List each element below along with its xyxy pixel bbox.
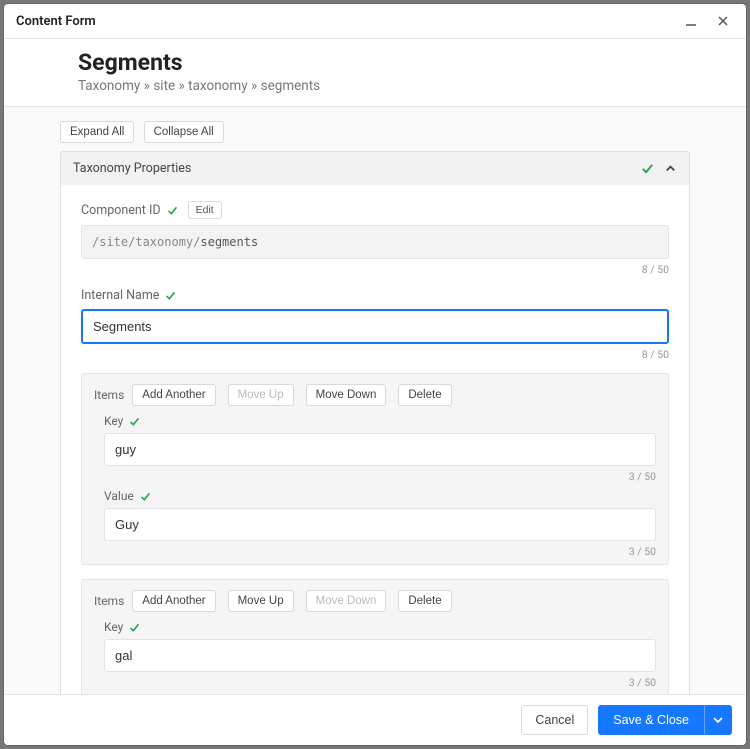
internal-name-label: Internal Name bbox=[81, 288, 159, 303]
section-valid-icon bbox=[641, 162, 654, 175]
item-key-label: Key bbox=[104, 414, 123, 428]
dialog-footer: Cancel Save & Close bbox=[4, 694, 746, 745]
internal-name-valid-icon bbox=[165, 290, 176, 301]
items-label: Items bbox=[94, 594, 124, 608]
cancel-button[interactable]: Cancel bbox=[521, 705, 588, 735]
component-id-label: Component ID bbox=[81, 203, 161, 218]
item-value-field: Value 3 / 50 bbox=[104, 489, 656, 558]
component-id-valid-icon bbox=[167, 205, 178, 216]
item-key-field: Key 3 / 50 bbox=[104, 620, 656, 689]
item-key-input[interactable] bbox=[104, 433, 656, 466]
check-icon bbox=[140, 491, 151, 502]
check-icon bbox=[167, 205, 178, 216]
expand-all-button[interactable]: Expand All bbox=[60, 121, 134, 143]
check-icon bbox=[641, 162, 654, 175]
section-title: Taxonomy Properties bbox=[73, 161, 631, 176]
minimize-button[interactable] bbox=[682, 12, 700, 30]
item-value-label: Value bbox=[104, 489, 134, 503]
item-key-counter: 3 / 50 bbox=[104, 676, 656, 689]
form-scroll-area[interactable]: Expand All Collapse All Taxonomy Propert… bbox=[4, 107, 746, 694]
items-toolbar: Items Add Another Move Up Move Down Dele… bbox=[94, 590, 656, 612]
items-label: Items bbox=[94, 388, 124, 402]
check-icon bbox=[129, 622, 140, 633]
item-value-counter: 3 / 50 bbox=[104, 545, 656, 558]
internal-name-input[interactable] bbox=[81, 309, 669, 344]
move-down-button[interactable]: Move Down bbox=[306, 384, 387, 406]
breadcrumb: Taxonomy » site » taxonomy » segments bbox=[78, 78, 672, 94]
item-value-valid-icon bbox=[140, 491, 151, 502]
move-down-button[interactable]: Move Down bbox=[306, 590, 387, 612]
delete-button[interactable]: Delete bbox=[398, 384, 451, 406]
move-up-button[interactable]: Move Up bbox=[228, 590, 294, 612]
items-group: Items Add Another Move Up Move Down Dele… bbox=[81, 579, 669, 694]
items-toolbar: Items Add Another Move Up Move Down Dele… bbox=[94, 384, 656, 406]
check-icon bbox=[165, 290, 176, 301]
page-heading: Segments Taxonomy » site » taxonomy » se… bbox=[4, 39, 746, 107]
caret-down-icon bbox=[713, 715, 723, 725]
chevron-up-icon bbox=[664, 162, 677, 175]
component-id-counter: 8 / 50 bbox=[81, 263, 669, 276]
item-key-field: Key 3 / 50 bbox=[104, 414, 656, 483]
component-id-field: Component ID Edit /site/taxonomy/segment… bbox=[81, 201, 669, 276]
content-form-dialog: Content Form Segments Taxonomy » site » … bbox=[4, 4, 746, 745]
item-key-input[interactable] bbox=[104, 639, 656, 672]
item-value-input[interactable] bbox=[104, 508, 656, 541]
item-key-label: Key bbox=[104, 620, 123, 634]
section-body: Component ID Edit /site/taxonomy/segment… bbox=[61, 185, 689, 694]
page-title: Segments bbox=[78, 49, 672, 76]
item-key-valid-icon bbox=[129, 416, 140, 427]
add-another-button[interactable]: Add Another bbox=[132, 590, 215, 612]
add-another-button[interactable]: Add Another bbox=[132, 384, 215, 406]
component-id-input: /site/taxonomy/segments bbox=[81, 225, 669, 259]
component-id-edit-button[interactable]: Edit bbox=[188, 201, 222, 219]
expand-collapse-toolbar: Expand All Collapse All bbox=[60, 121, 690, 143]
delete-button[interactable]: Delete bbox=[398, 590, 451, 612]
internal-name-field: Internal Name 8 / 50 bbox=[81, 288, 669, 361]
save-close-group: Save & Close bbox=[598, 705, 732, 735]
taxonomy-properties-section: Taxonomy Properties Component ID Edit bbox=[60, 151, 690, 694]
check-icon bbox=[129, 416, 140, 427]
minimize-icon bbox=[684, 14, 698, 28]
internal-name-counter: 8 / 50 bbox=[81, 348, 669, 361]
save-close-menu-toggle[interactable] bbox=[704, 705, 732, 735]
titlebar: Content Form bbox=[4, 4, 746, 39]
items-group: Items Add Another Move Up Move Down Dele… bbox=[81, 373, 669, 565]
section-collapse-toggle[interactable] bbox=[664, 162, 677, 175]
close-button[interactable] bbox=[714, 12, 732, 30]
close-icon bbox=[716, 14, 730, 28]
item-key-valid-icon bbox=[129, 622, 140, 633]
item-key-counter: 3 / 50 bbox=[104, 470, 656, 483]
move-up-button[interactable]: Move Up bbox=[228, 384, 294, 406]
section-header[interactable]: Taxonomy Properties bbox=[61, 152, 689, 185]
save-close-button[interactable]: Save & Close bbox=[598, 705, 704, 735]
window-title: Content Form bbox=[16, 14, 668, 29]
collapse-all-button[interactable]: Collapse All bbox=[144, 121, 224, 143]
